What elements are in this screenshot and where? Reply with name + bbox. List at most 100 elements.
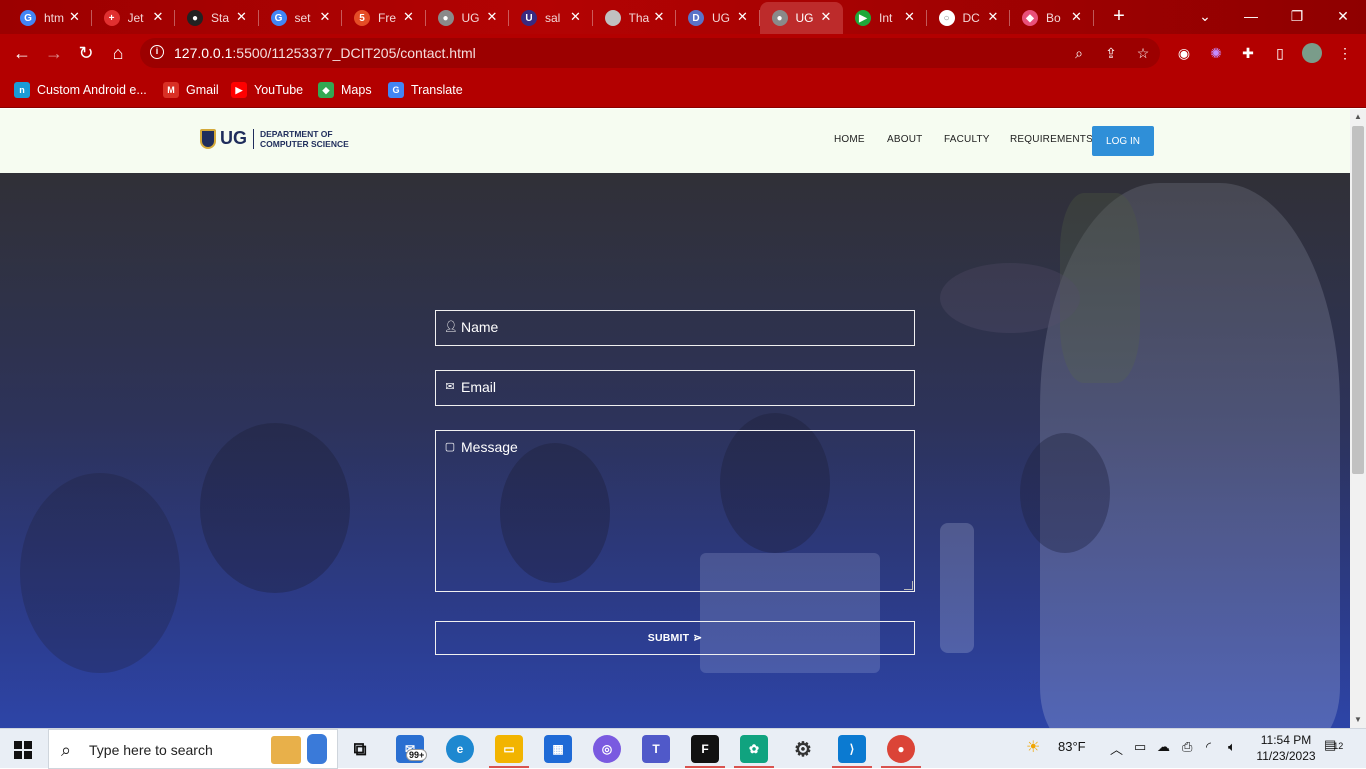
new-tab-button[interactable]: + xyxy=(1108,6,1130,28)
close-icon[interactable]: ✕ xyxy=(318,10,332,24)
scroll-down-arrow[interactable]: ▼ xyxy=(1354,716,1362,724)
bookmark-maps[interactable]: ◆ Maps xyxy=(318,82,372,98)
weather-temp[interactable]: 83°F xyxy=(1058,739,1086,754)
browser-tab[interactable]: ◆ Bo ✕ xyxy=(1010,2,1094,34)
onedrive-cloud-icon[interactable]: ☁ xyxy=(1157,739,1170,755)
profile-avatar[interactable] xyxy=(1302,43,1322,63)
volume-icon[interactable]: 🔈︎ xyxy=(1228,739,1236,755)
resize-handle[interactable] xyxy=(904,581,913,590)
browser-tab[interactable]: 5 Fre ✕ xyxy=(342,2,426,34)
battery-icon[interactable]: ▭ xyxy=(1134,739,1146,755)
globe-icon: ● xyxy=(437,10,454,26)
teams-icon[interactable]: T xyxy=(642,735,670,763)
close-icon[interactable]: ✕ xyxy=(402,10,416,24)
close-icon[interactable]: ✕ xyxy=(903,10,917,24)
chatgpt-icon[interactable]: ✿ xyxy=(734,735,774,768)
browser-tab[interactable]: Ghtm ✕ xyxy=(8,2,92,34)
scroll-up-arrow[interactable]: ▲ xyxy=(1354,113,1362,121)
close-icon[interactable]: ✕ xyxy=(819,10,833,24)
browser-tab[interactable]: D UG ✕ xyxy=(676,2,760,34)
play-icon: ▶ xyxy=(855,10,871,26)
kebab-menu-icon[interactable]: ⋮ xyxy=(1336,44,1354,62)
github-icon: ○ xyxy=(938,10,955,26)
url-text[interactable]: 127.0.0.1:5500/11253377_DCIT205/contact.… xyxy=(174,45,476,61)
windows-start-button[interactable] xyxy=(14,741,32,759)
clock[interactable]: 11:54 PM 11/23/2023 xyxy=(1250,732,1322,764)
taskbar-search[interactable]: ⌕ Type here to search xyxy=(48,729,338,769)
browser-tab[interactable]: Gset ✕ xyxy=(259,2,342,34)
side-panel-icon[interactable]: ▯ xyxy=(1271,44,1289,62)
logo-ug-text: UG xyxy=(220,128,247,148)
edge-icon[interactable]: e xyxy=(446,735,474,763)
bookmark-youtube[interactable]: ▶ YouTube xyxy=(231,82,303,98)
browser-tab[interactable]: Usal ✕ xyxy=(509,2,593,34)
close-window-button[interactable]: ✕ xyxy=(1320,0,1366,32)
notification-icon[interactable]: ▤12 xyxy=(1324,737,1343,753)
close-icon[interactable]: ✕ xyxy=(68,10,82,24)
home-button[interactable]: ⌂ xyxy=(104,39,132,67)
site-info-icon[interactable]: i xyxy=(150,45,164,59)
close-icon[interactable]: ✕ xyxy=(569,10,583,24)
wifi-icon[interactable]: ◜ xyxy=(1206,739,1211,755)
send-icon: ⋗ xyxy=(693,632,703,644)
close-icon[interactable]: ✕ xyxy=(1070,10,1084,24)
restore-button[interactable]: ❐ xyxy=(1274,0,1320,32)
nav-home[interactable]: HOME xyxy=(834,134,865,145)
search-icon: ⌕ xyxy=(61,740,72,760)
back-button[interactable]: ← xyxy=(8,39,36,67)
minimize-button[interactable]: — xyxy=(1228,0,1274,32)
browser-tab[interactable]: ● Sta ✕ xyxy=(175,2,259,34)
bookmark-star-icon[interactable]: ☆ xyxy=(1134,44,1152,62)
bookmark-gmail[interactable]: M Gmail xyxy=(163,82,219,98)
store-icon[interactable]: ▦ xyxy=(544,735,572,763)
tab-search-button[interactable]: ⌄ xyxy=(1182,0,1228,32)
vscode-icon[interactable]: ⟩ xyxy=(832,735,872,768)
browser-tab[interactable]: ▶ Int ✕ xyxy=(843,2,927,34)
browser-tab[interactable]: ● UG ✕ xyxy=(426,2,509,34)
address-bar[interactable]: i 127.0.0.1:5500/11253377_DCIT205/contac… xyxy=(140,38,1160,68)
ug-logo[interactable]: UG DEPARTMENT OF COMPUTER SCIENCE xyxy=(200,128,349,149)
file-explorer-icon[interactable]: ▭ xyxy=(489,735,529,768)
nav-requirements[interactable]: REQUIREMENTS xyxy=(1010,134,1093,145)
close-icon[interactable]: ✕ xyxy=(736,10,750,24)
email-field[interactable]: ✉ Email xyxy=(435,370,915,406)
share-icon[interactable]: ⇪ xyxy=(1102,44,1120,62)
settings-gear-icon[interactable]: ⚙ xyxy=(789,735,817,763)
bookmark-translate[interactable]: G Translate xyxy=(388,82,463,98)
mail-app-icon[interactable]: ✉ 99+ xyxy=(396,735,428,763)
close-icon[interactable]: ✕ xyxy=(652,10,666,24)
extension-red-icon[interactable]: ◉ xyxy=(1175,44,1193,62)
browser-tab[interactable]: ○ DC ✕ xyxy=(927,2,1010,34)
weather-icon[interactable]: ☀ xyxy=(1026,737,1040,757)
zoom-icon[interactable]: ⌕ xyxy=(1070,44,1088,62)
name-field[interactable]: 👤︎ Name xyxy=(435,310,915,346)
forward-button[interactable]: → xyxy=(40,39,68,67)
page-scrollbar[interactable]: ▲ ▼ xyxy=(1350,109,1366,728)
extensions-puzzle-icon[interactable]: ✚ xyxy=(1239,44,1257,62)
login-button[interactable]: LOG IN xyxy=(1092,126,1154,156)
figma-icon[interactable]: F xyxy=(685,735,725,768)
scroll-thumb[interactable] xyxy=(1352,126,1364,474)
extension-purple-icon[interactable]: ✺ xyxy=(1207,44,1225,62)
chrome-icon[interactable]: ● xyxy=(881,735,921,768)
browser-tab[interactable]: ● UG ✕ xyxy=(759,2,843,34)
message-textarea[interactable]: ▢ Message xyxy=(435,430,915,592)
tray-chevron-up-icon[interactable]: ︿ xyxy=(1110,739,1123,758)
close-icon[interactable]: ✕ xyxy=(151,10,165,24)
close-icon[interactable]: ✕ xyxy=(485,10,499,24)
close-icon[interactable]: ✕ xyxy=(986,10,1000,24)
github-icon: ● xyxy=(187,10,203,26)
tab-title: Int xyxy=(879,11,893,25)
browser-tab[interactable]: Tha ✕ xyxy=(593,2,676,34)
submit-button[interactable]: SUBMIT ⋗ xyxy=(435,621,915,655)
task-view-icon[interactable]: ⧉ xyxy=(346,735,374,763)
reload-button[interactable]: ↻ xyxy=(72,39,100,67)
meet-now-icon[interactable]: ⎙ xyxy=(1182,739,1192,755)
copilot-icon[interactable]: ◎ xyxy=(593,735,621,763)
close-icon[interactable]: ✕ xyxy=(235,10,249,24)
tab-title: sal xyxy=(545,11,561,25)
browser-tab[interactable]: + Jet ✕ xyxy=(92,2,175,34)
bookmark-custom[interactable]: n Custom Android e... xyxy=(14,82,147,98)
nav-about[interactable]: ABOUT xyxy=(887,134,922,145)
nav-faculty[interactable]: FACULTY xyxy=(944,134,990,145)
